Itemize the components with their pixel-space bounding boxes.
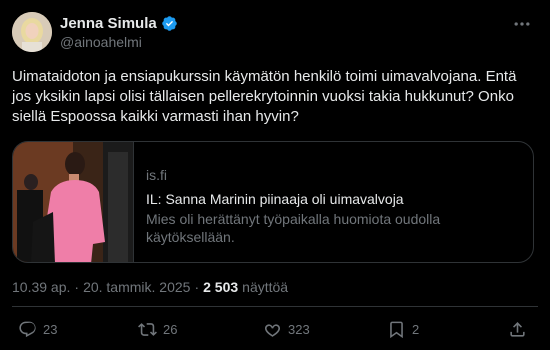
like-count: 323 [288, 322, 310, 337]
tweet-header: Jenna Simula @ainoahelmi [12, 12, 538, 56]
tweet-date[interactable]: 20. tammik. 2025 [83, 278, 190, 296]
tweet-meta: 10.39 ap. · 20. tammik. 2025 · 2 503 näy… [12, 278, 288, 296]
repost-button[interactable]: 26 [138, 320, 177, 339]
display-name[interactable]: Jenna Simula [60, 14, 157, 33]
link-card[interactable]: is.fi IL: Sanna Marinin piinaaja oli uim… [12, 141, 534, 263]
like-button[interactable]: 323 [263, 320, 310, 339]
avatar[interactable] [12, 12, 52, 52]
reply-icon [19, 321, 36, 338]
author-names: Jenna Simula @ainoahelmi [60, 12, 178, 52]
share-button[interactable] [508, 320, 527, 339]
card-body: is.fi IL: Sanna Marinin piinaaja oli uim… [134, 142, 478, 262]
share-icon [510, 322, 525, 337]
verified-badge-icon [161, 15, 178, 32]
card-title: IL: Sanna Marinin piinaaja oli uimavalvo… [146, 191, 404, 207]
bookmark-button[interactable]: 2 [387, 320, 419, 339]
bookmark-count: 2 [412, 322, 420, 337]
views-count: 2 503 [203, 279, 239, 295]
tweet-text: Uimataidoton ja ensiapukurssin käymätön … [12, 68, 517, 125]
repost-count: 26 [163, 322, 178, 337]
action-bar: 23 26 323 2 [12, 318, 538, 344]
repost-icon [138, 323, 157, 336]
card-domain: is.fi [146, 167, 167, 183]
more-icon[interactable] [510, 14, 534, 34]
views-label: näyttöä [242, 279, 289, 295]
reply-count: 23 [43, 322, 58, 337]
heart-icon [264, 324, 281, 337]
card-description: Mies oli herättänyt työpaikalla huomiota… [146, 211, 441, 245]
divider [12, 306, 538, 307]
meta-separator: · [194, 279, 200, 295]
author-handle[interactable]: @ainoahelmi [60, 33, 178, 52]
card-image [13, 142, 134, 262]
reply-button[interactable]: 23 [18, 320, 57, 339]
tweet-time[interactable]: 10.39 ap. [12, 278, 70, 296]
bookmark-icon [390, 321, 403, 339]
meta-separator: · [74, 279, 80, 295]
